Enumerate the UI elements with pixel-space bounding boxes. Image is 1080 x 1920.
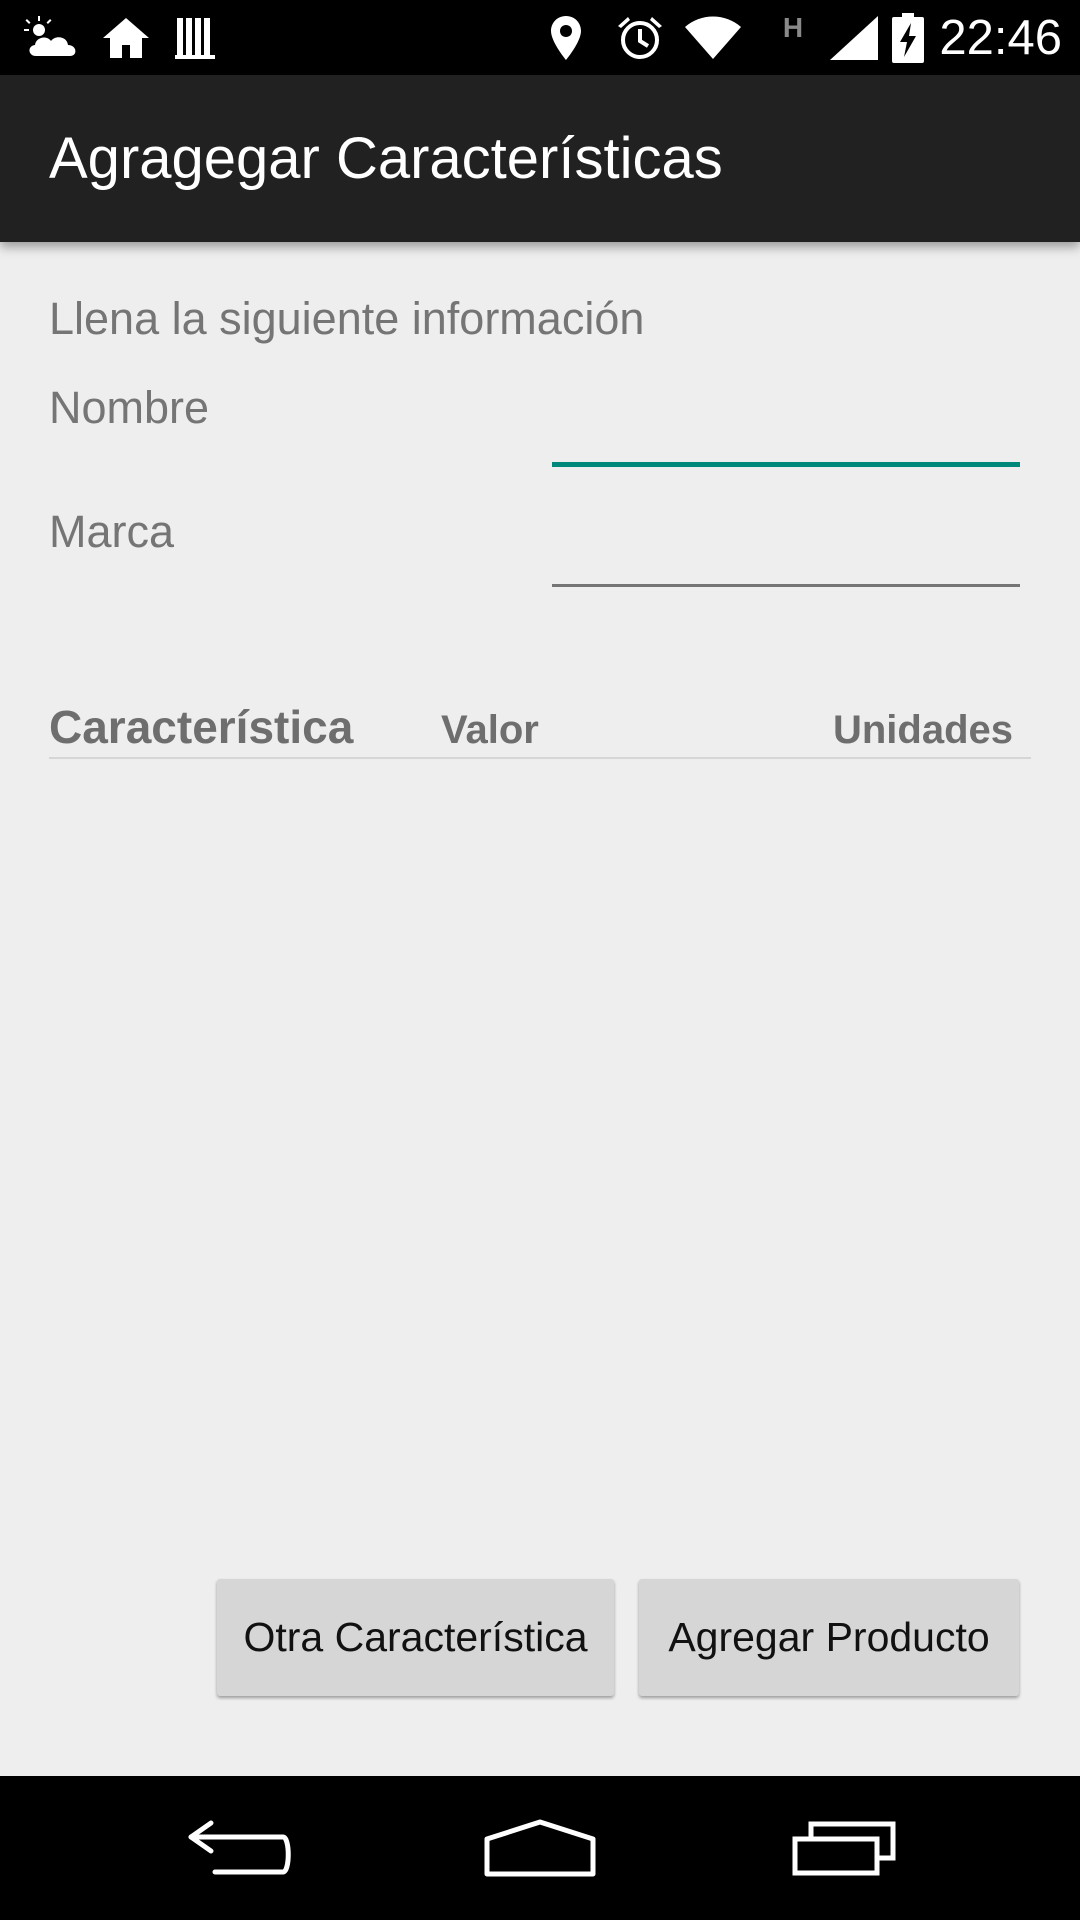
navigation-bar [0, 1776, 1080, 1920]
table-header: Característica Valor Unidades [49, 702, 1031, 759]
back-icon[interactable] [139, 1776, 339, 1920]
nombre-input[interactable] [552, 402, 1020, 462]
otra-caracteristica-button[interactable]: Otra Característica [217, 1579, 614, 1696]
action-bar: Agragegar Características [0, 75, 1080, 242]
library-icon [172, 0, 220, 75]
status-time: 22:46 [939, 11, 1062, 65]
home-nav-icon[interactable] [440, 1776, 640, 1920]
page-title: Agragegar Características [49, 126, 723, 191]
wifi-icon [682, 0, 744, 75]
home-icon [98, 0, 154, 75]
status-bar: H 22:46 [0, 0, 1080, 75]
battery-charging-icon [888, 0, 928, 75]
nombre-underline [552, 462, 1020, 467]
agregar-producto-button[interactable]: Agregar Producto [639, 1579, 1019, 1696]
marca-underline [552, 584, 1020, 587]
instructions-text: Llena la siguiente información [49, 293, 645, 344]
network-type-label: H [782, 11, 804, 43]
network-type-icon: H [776, 0, 810, 65]
marca-label: Marca [49, 506, 175, 557]
nombre-label: Nombre [49, 382, 210, 433]
marca-input[interactable] [552, 522, 1020, 582]
header-unidades: Unidades [832, 708, 1013, 752]
location-icon [544, 0, 588, 75]
header-valor: Valor [441, 708, 539, 752]
alarm-icon [612, 0, 668, 75]
weather-icon [22, 0, 82, 75]
signal-icon [826, 0, 882, 75]
main-content: Llena la siguiente información Nombre Ma… [0, 242, 1080, 1776]
characteristics-list [49, 759, 1031, 1559]
recents-icon[interactable] [744, 1776, 944, 1920]
header-caracteristica: Característica [49, 701, 354, 753]
